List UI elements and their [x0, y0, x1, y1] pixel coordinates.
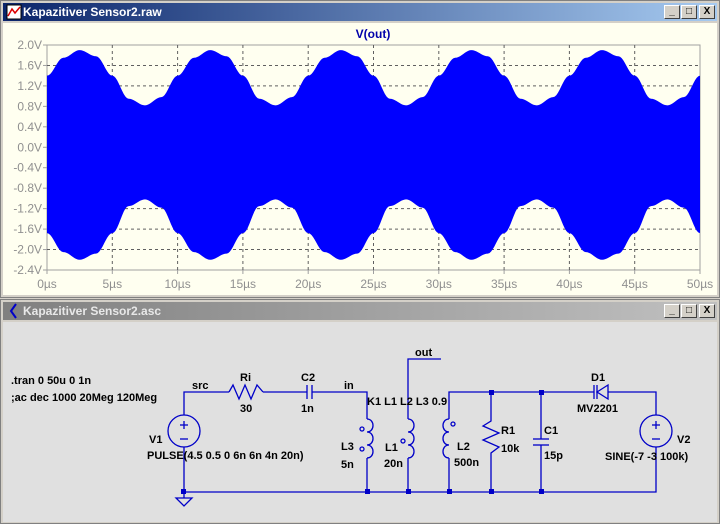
schematic-canvas[interactable]: .tran 0 50u 0 1n ;ac dec 1000 20Meg 120M… [3, 322, 717, 522]
y-tick-label: -0.8V [13, 181, 42, 195]
l3-name[interactable]: L3 [341, 441, 354, 453]
c1-name[interactable]: C1 [544, 425, 558, 437]
net-label-src[interactable]: src [192, 380, 209, 392]
y-tick-label: -1.2V [13, 202, 42, 216]
ac-directive[interactable]: ;ac dec 1000 20Meg 120Meg [11, 392, 157, 404]
y-tick-label: -1.6V [13, 222, 42, 236]
v1-name[interactable]: V1 [149, 434, 162, 446]
x-tick-label: 35µs [491, 277, 517, 291]
ri-name[interactable]: Ri [240, 372, 251, 384]
l1-value[interactable]: 20n [384, 458, 403, 470]
waveform-plot[interactable]: V(out) 0µs 5µs 10µs 15µs 20µs 25µs 30µs 35µs 40µ… [3, 23, 717, 295]
l3-value[interactable]: 5n [341, 459, 354, 471]
y-tick-label: -0.4V [13, 161, 42, 175]
waveform-icon [6, 4, 22, 20]
schematic-window-title: Kapazitiver Sensor2.asc [23, 304, 162, 318]
y-tick-label: 1.6V [17, 58, 42, 72]
d1-value[interactable]: MV2201 [577, 403, 618, 415]
ltspice-icon [9, 303, 17, 319]
chart-title: V(out) [356, 27, 391, 41]
maximize-button[interactable]: □ [681, 5, 697, 19]
maximize-button[interactable]: □ [681, 304, 697, 318]
close-button[interactable]: X [699, 304, 715, 318]
y-tick-label: 0.8V [17, 99, 42, 113]
l2-value[interactable]: 500n [454, 457, 479, 469]
plot-window-title: Kapazitiver Sensor2.raw [23, 5, 162, 19]
plot-window: Kapazitiver Sensor2.raw _ □ X V(out) 0µs… [0, 0, 720, 298]
plot-window-titlebar[interactable]: Kapazitiver Sensor2.raw _ □ X [3, 3, 717, 21]
schematic-window: Kapazitiver Sensor2.asc _ □ X .tran 0 50… [0, 299, 720, 524]
x-tick-label: 25µs [360, 277, 386, 291]
x-tick-label: 20µs [295, 277, 321, 291]
d1-name[interactable]: D1 [591, 372, 605, 384]
l2-name[interactable]: L2 [457, 441, 470, 453]
minimize-button[interactable]: _ [664, 304, 680, 318]
ri-value[interactable]: 30 [240, 403, 252, 415]
y-tick-label: 0.0V [17, 140, 42, 154]
schematic-window-titlebar[interactable]: Kapazitiver Sensor2.asc _ □ X [3, 302, 717, 320]
minimize-button[interactable]: _ [664, 5, 680, 19]
x-tick-label: 45µs [622, 277, 648, 291]
l1-name[interactable]: L1 [385, 442, 398, 454]
y-tick-label: -2.0V [13, 243, 42, 257]
x-tick-label: 10µs [164, 277, 190, 291]
tran-directive[interactable]: .tran 0 50u 0 1n [11, 375, 91, 387]
r1-value[interactable]: 10k [501, 443, 520, 455]
y-tick-label: 1.2V [17, 79, 42, 93]
x-tick-label: 15µs [230, 277, 256, 291]
y-tick-label: 2.0V [17, 38, 42, 52]
v1-value[interactable]: PULSE(4.5 0.5 0 6n 6n 4n 20n) [147, 450, 304, 462]
x-tick-label: 5µs [103, 277, 123, 291]
close-button[interactable]: X [699, 5, 715, 19]
r1-name[interactable]: R1 [501, 425, 515, 437]
c2-name[interactable]: C2 [301, 372, 315, 384]
v2-name[interactable]: V2 [677, 434, 690, 446]
net-label-out[interactable]: out [415, 347, 432, 359]
net-label-in[interactable]: in [344, 380, 354, 392]
k1-directive[interactable]: K1 L1 L2 L3 0.9 [367, 396, 447, 408]
x-tick-label: 50µs [687, 277, 713, 291]
x-tick-label: 40µs [556, 277, 582, 291]
v2-value[interactable]: SINE(-7 -3 100k) [605, 451, 688, 463]
x-tick-label: 0µs [37, 277, 57, 291]
y-tick-label: 0.4V [17, 120, 42, 134]
c2-value[interactable]: 1n [301, 403, 314, 415]
y-tick-label: -2.4V [13, 263, 42, 277]
c1-value[interactable]: 15p [544, 450, 563, 462]
x-tick-label: 30µs [426, 277, 452, 291]
